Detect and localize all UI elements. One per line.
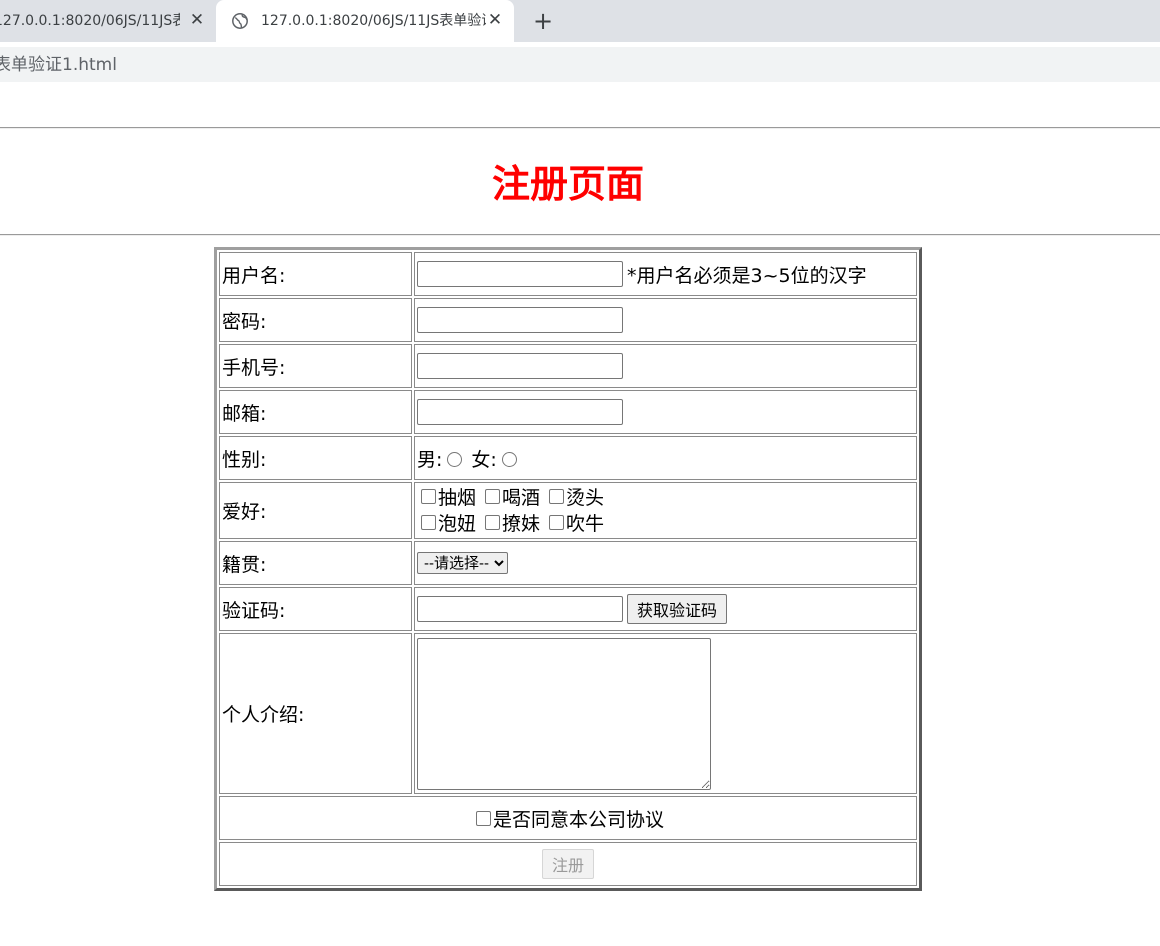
form-row-agreement: 是否同意本公司协议: [219, 796, 917, 840]
form-row-gender: 性别: 男: 女:: [219, 436, 917, 480]
intro-cell: [414, 633, 917, 794]
hobby-checkbox[interactable]: [485, 488, 501, 504]
hobbies-label: 爱好:: [219, 482, 412, 539]
hobby-label: 烫头: [566, 486, 605, 509]
gender-female-label: 女:: [471, 448, 497, 471]
tab-bar: 127.0.0.1:8020/06JS/11JS表单验证 ✕ 127.0.0.1…: [0, 0, 1160, 42]
gender-label: 性别:: [219, 436, 412, 480]
username-hint: *用户名必须是3~5位的汉字: [627, 264, 867, 287]
captcha-input[interactable]: [417, 596, 623, 622]
tab-title: 127.0.0.1:8020/06JS/11JS表单验证: [0, 13, 180, 29]
tab-title: 127.0.0.1:8020/06JS/11JS表单验证: [261, 13, 486, 29]
hobby-label: 喝酒: [502, 486, 541, 509]
hobby-label: 抽烟: [438, 486, 477, 509]
phone-input[interactable]: [417, 353, 623, 379]
form-row-submit: 注册: [219, 842, 917, 886]
tab-close-icon[interactable]: ✕: [186, 9, 208, 31]
agreement-label: 是否同意本公司协议: [492, 808, 664, 831]
get-captcha-button[interactable]: 获取验证码: [627, 594, 728, 624]
hobby-line: 抽烟 喝酒 烫头: [417, 485, 914, 511]
intro-textarea[interactable]: [417, 637, 711, 790]
form-row-intro: 个人介绍:: [219, 633, 917, 794]
hobby-label: 泡妞: [438, 512, 477, 535]
form-row-captcha: 验证码: 获取验证码: [219, 587, 917, 631]
form-row-username: 用户名: *用户名必须是3~5位的汉字: [219, 252, 917, 296]
browser-tab[interactable]: 127.0.0.1:8020/06JS/11JS表单验证 ✕: [0, 0, 216, 42]
hobby-label: 吹牛: [566, 512, 605, 535]
origin-cell: --请选择--: [414, 541, 917, 585]
intro-label: 个人介绍:: [219, 633, 412, 794]
origin-select[interactable]: --请选择--: [417, 552, 508, 575]
gender-cell: 男: 女:: [414, 436, 917, 480]
phone-label: 手机号:: [219, 344, 412, 388]
password-cell: [414, 298, 917, 342]
hobby-checkbox[interactable]: [549, 488, 565, 504]
hobby-checkbox[interactable]: [421, 514, 436, 530]
email-input[interactable]: [417, 399, 623, 425]
globe-icon: [232, 13, 248, 29]
submit-cell: 注册: [219, 842, 917, 886]
gender-male-radio[interactable]: [447, 451, 463, 467]
address-bar[interactable]: 表单验证1.html: [0, 47, 1160, 82]
hobby-checkbox[interactable]: [421, 488, 436, 504]
agreement-checkbox[interactable]: [475, 810, 491, 826]
gender-male-label: 男:: [417, 448, 443, 471]
gender-female-radio[interactable]: [501, 451, 517, 467]
agreement-cell: 是否同意本公司协议: [219, 796, 917, 840]
top-divider: [0, 127, 1160, 129]
bottom-divider: [0, 234, 1160, 236]
password-input[interactable]: [417, 307, 623, 333]
username-input[interactable]: [417, 261, 623, 287]
page-title: 注册页面: [491, 162, 644, 206]
phone-cell: [414, 344, 917, 388]
email-cell: [414, 390, 917, 434]
new-tab-icon[interactable]: +: [530, 8, 556, 34]
hobby-label: 撩妹: [502, 512, 541, 535]
username-cell: *用户名必须是3~5位的汉字: [414, 252, 917, 296]
register-button[interactable]: 注册: [541, 849, 594, 879]
form-row-hobbies: 爱好: 抽烟 喝酒 烫头 泡妞 撩妹 吹牛: [219, 482, 917, 539]
password-label: 密码:: [219, 298, 412, 342]
registration-form: 用户名: *用户名必须是3~5位的汉字 密码: 手机号: 邮箱: 性别: 男: 女…: [214, 247, 922, 891]
hobby-checkbox[interactable]: [549, 514, 565, 530]
hobby-checkbox[interactable]: [485, 514, 501, 530]
form-row-email: 邮箱:: [219, 390, 917, 434]
tab-close-icon[interactable]: ✕: [484, 9, 506, 31]
form-row-origin: 籍贯: --请选择--: [219, 541, 917, 585]
form-row-phone: 手机号:: [219, 344, 917, 388]
captcha-cell: 获取验证码: [414, 587, 917, 631]
browser-tab-active[interactable]: 127.0.0.1:8020/06JS/11JS表单验证 ✕: [216, 0, 514, 42]
hobbies-cell: 抽烟 喝酒 烫头 泡妞 撩妹 吹牛: [414, 482, 917, 539]
hobby-line: 泡妞 撩妹 吹牛: [417, 511, 914, 537]
address-text: 表单验证1.html: [0, 55, 117, 75]
captcha-label: 验证码:: [219, 587, 412, 631]
username-label: 用户名:: [219, 252, 412, 296]
form-row-password: 密码:: [219, 298, 917, 342]
origin-label: 籍贯:: [219, 541, 412, 585]
email-label: 邮箱:: [219, 390, 412, 434]
